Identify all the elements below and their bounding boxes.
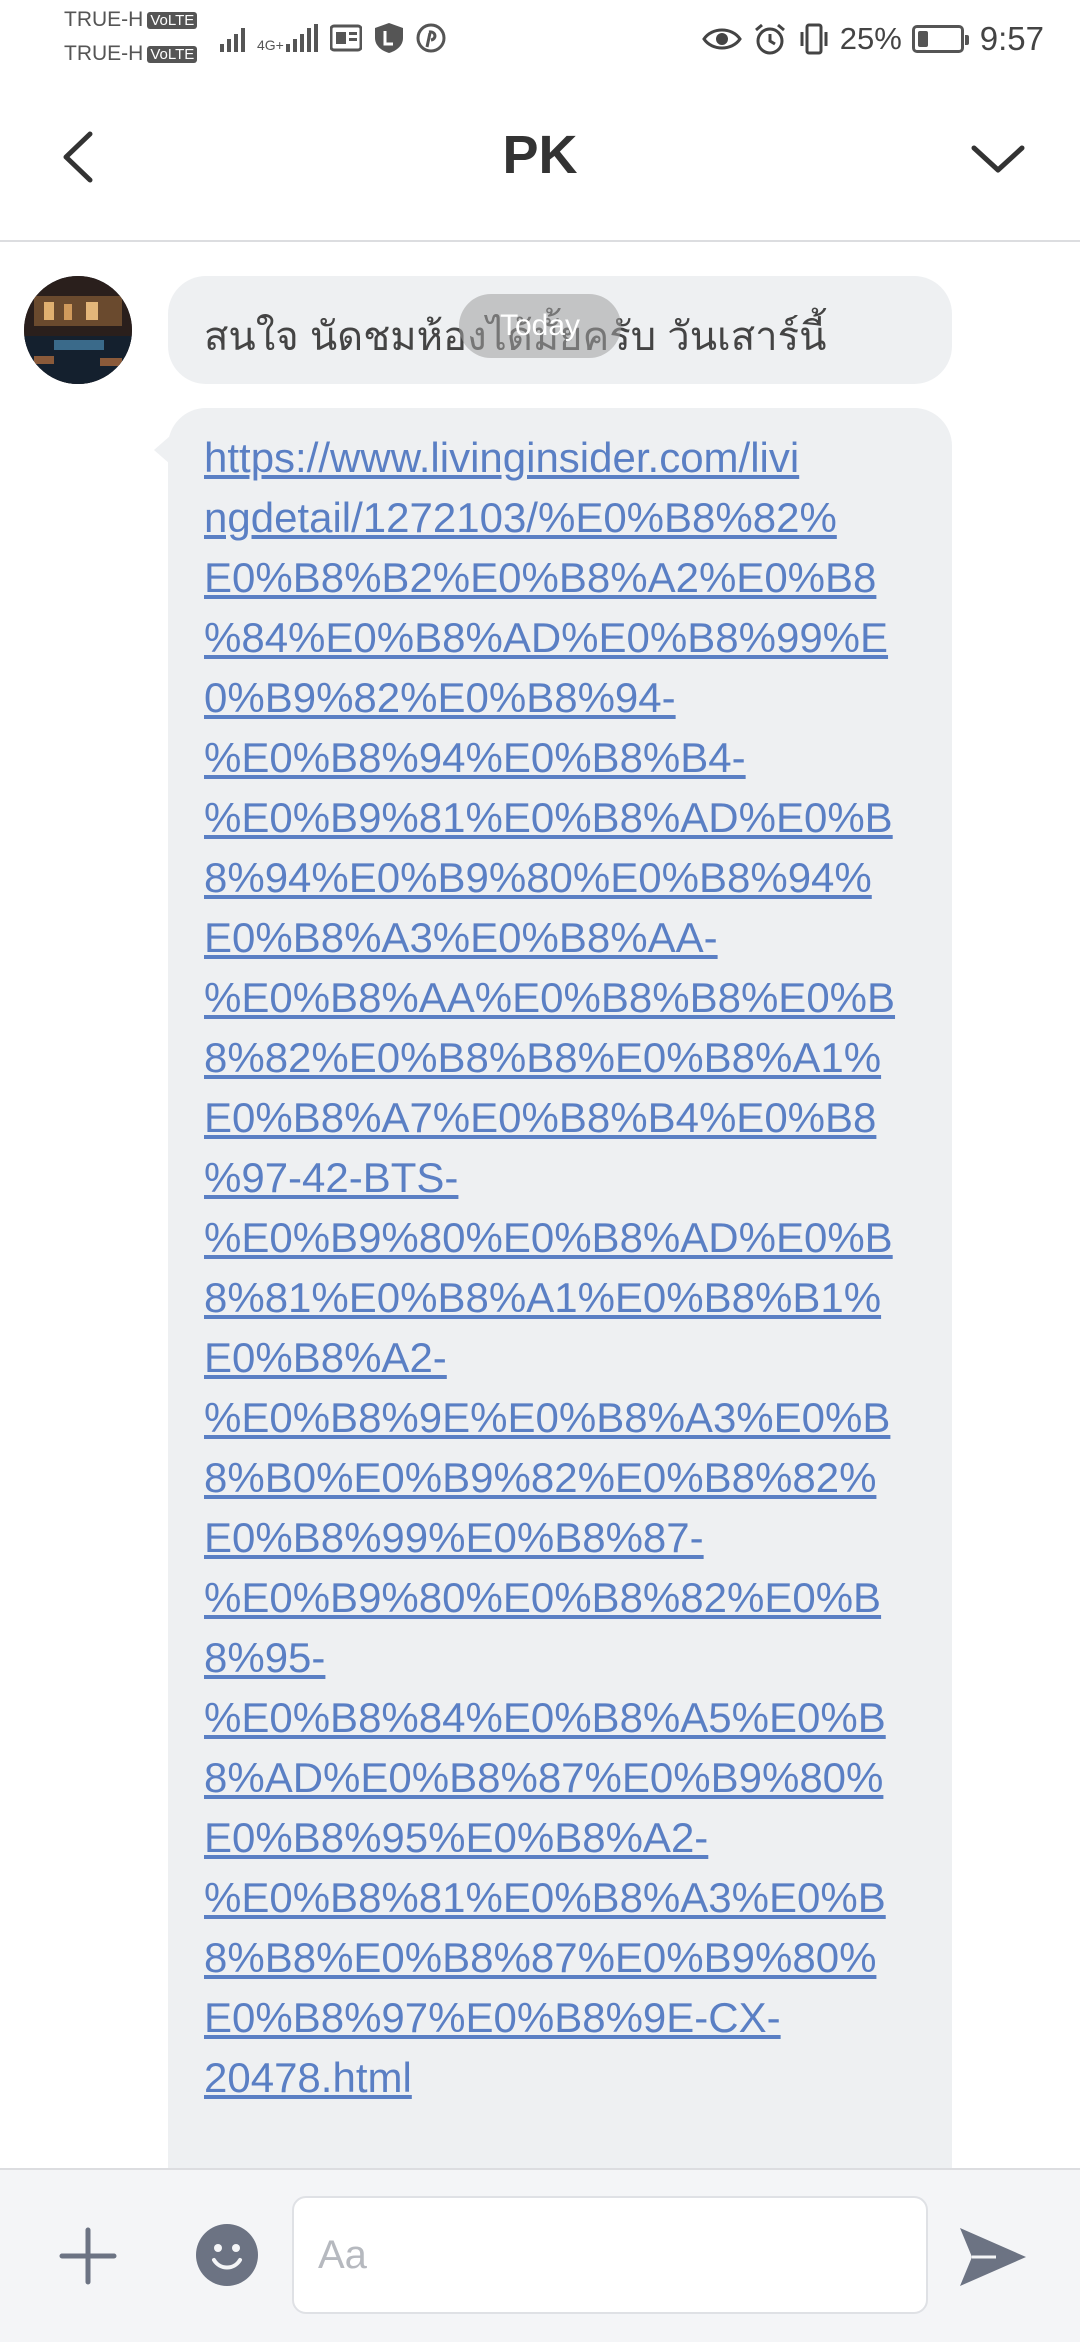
alarm-icon [754, 23, 785, 55]
chat-header: PK [0, 80, 1080, 242]
volte-badge: VoLTE [147, 46, 198, 63]
line-icon [374, 23, 403, 53]
app-notification-icon [329, 24, 362, 52]
message-input-box[interactable] [292, 2196, 928, 2314]
chevron-down-icon[interactable] [968, 130, 1028, 190]
clock: 9:57 [979, 20, 1044, 57]
message-list[interactable]: สนใจ นัดชมห้องได้มั้ยครับ วันเสาร์นี้ To… [0, 242, 1080, 2168]
avatar[interactable] [24, 276, 132, 384]
vibrate-icon [800, 23, 828, 55]
status-icons-right: 25% 9:57 [701, 14, 1044, 64]
message-bubble-link[interactable]: https://www.livinginsider.com/livi ngdet… [154, 408, 952, 2168]
carrier-label-2: TRUE-H VoLTE [64, 42, 198, 66]
status-bar: TRUE-H VoLTE TRUE-H VoLTE 4G+ 25% 9:57 [0, 0, 1080, 80]
signal-4g-icon: 4G+ [257, 24, 318, 52]
emoji-icon[interactable] [196, 2224, 258, 2286]
pinterest-icon [416, 23, 446, 53]
eye-icon [701, 28, 742, 50]
date-badge: Today [459, 294, 621, 358]
message-composer [0, 2168, 1080, 2342]
battery-icon [911, 25, 969, 53]
message-input[interactable] [294, 2198, 926, 2312]
carrier-label-1: TRUE-H VoLTE [64, 8, 198, 32]
status-icons-left: 4G+ [220, 18, 446, 58]
battery-percent: 25% [839, 21, 902, 56]
volte-badge: VoLTE [147, 12, 198, 29]
signal-icon [220, 24, 245, 52]
plus-icon[interactable] [56, 2224, 120, 2288]
avatar-image [24, 276, 132, 384]
send-icon[interactable] [956, 2222, 1030, 2292]
message-link[interactable]: https://www.livinginsider.com/livi ngdet… [204, 428, 904, 2108]
chat-title: PK [502, 125, 578, 185]
